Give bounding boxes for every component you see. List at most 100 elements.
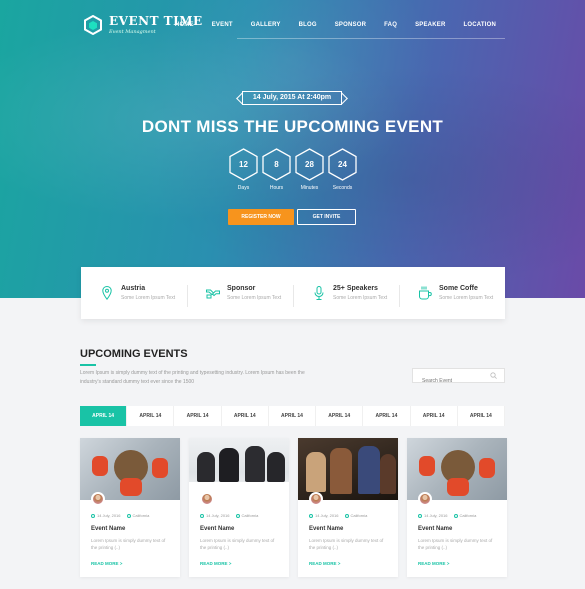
hero-banner: EVENT TIME Event Managment HOME EVENT GA… — [0, 0, 585, 298]
countdown-minutes-value: 28 — [305, 160, 314, 169]
tab-date[interactable]: APRIL 14 — [127, 406, 175, 426]
info-sponsor-text: Some Lorem Ipsum Text — [227, 295, 282, 301]
avatar — [309, 492, 323, 506]
info-coffee-title: Some Coffe — [439, 285, 478, 292]
event-name: Event Name — [309, 526, 344, 532]
info-sponsor-title: Sponsor — [227, 285, 256, 292]
info-speakers: 25+ Speakers Some Lorem Ipsum Text — [293, 285, 399, 307]
location-icon — [453, 513, 458, 518]
event-date: 14 July, 2016 — [418, 513, 448, 518]
clock-icon — [309, 513, 313, 518]
read-more-link[interactable]: READ MORE > — [418, 561, 449, 566]
hexagon-logo-icon — [84, 14, 102, 35]
event-photo — [298, 438, 398, 500]
event-name: Event Name — [200, 526, 235, 532]
tab-date[interactable]: APRIL 14 — [316, 406, 364, 426]
search-box — [412, 368, 505, 388]
countdown-days-label: Days — [237, 185, 250, 191]
event-photo — [407, 438, 507, 500]
handshake-icon — [206, 289, 220, 299]
event-name: Event Name — [91, 526, 126, 532]
event-photo — [80, 438, 180, 500]
event-cards: 14 July, 2016 California Event Name Lore… — [80, 438, 507, 577]
event-date: 14 July, 2016 — [200, 513, 230, 518]
event-description: Lorem Ipsum is simply dummy text of the … — [200, 538, 275, 551]
avatar — [200, 492, 214, 506]
avatar — [91, 492, 105, 506]
map-pin-icon — [102, 285, 112, 301]
info-speakers-title: 25+ Speakers — [333, 285, 378, 292]
event-location: California — [344, 513, 367, 518]
location-icon — [344, 513, 349, 518]
info-location-title: Austria — [121, 285, 146, 292]
get-invite-button[interactable]: GET INVITE — [297, 209, 356, 225]
event-meta: 14 July, 2016 California — [309, 513, 367, 518]
read-more-link[interactable]: READ MORE > — [309, 561, 340, 566]
event-date-ribbon: 14 July, 2015 At 2:40pm — [242, 91, 342, 105]
hexagon-frame: 24 — [328, 148, 357, 181]
countdown-minutes: 28 Minutes — [295, 148, 324, 191]
clock-icon — [91, 513, 95, 518]
clock-icon — [418, 513, 422, 518]
microphone-icon — [314, 286, 324, 300]
event-location: California — [453, 513, 476, 518]
read-more-link[interactable]: READ MORE > — [200, 561, 231, 566]
date-tabs: APRIL 14 APRIL 14 APRIL 14 APRIL 14 APRI… — [80, 406, 505, 426]
register-now-button[interactable]: REGISTER NOW — [228, 209, 294, 225]
countdown-seconds: 24 Seconds — [328, 148, 357, 191]
event-meta: 14 July, 2016 California — [200, 513, 258, 518]
event-description: Lorem Ipsum is simply dummy text of the … — [309, 538, 384, 551]
tab-date[interactable]: APRIL 14 — [458, 406, 505, 426]
hexagon-frame: 8 — [262, 148, 291, 181]
tab-date[interactable]: APRIL 14 — [411, 406, 458, 426]
search-icon[interactable] — [490, 372, 497, 379]
nav-blog[interactable]: BLOG — [290, 22, 326, 28]
countdown-days: 12 Days — [229, 148, 258, 191]
section-title: UPCOMING EVENTS — [80, 348, 188, 360]
info-coffee-text: Some Lorem Ipsum Text — [439, 295, 494, 301]
info-bar: Austria Some Lorem Ipsum Text Sponsor So… — [81, 267, 505, 319]
location-icon — [126, 513, 131, 518]
hexagon-frame: 28 — [295, 148, 324, 181]
countdown-minutes-label: Minutes — [300, 185, 319, 191]
main-nav: HOME EVENT GALLERY BLOG SPONSOR FAQ SPEA… — [166, 22, 505, 28]
nav-event[interactable]: EVENT — [203, 22, 242, 28]
tab-date[interactable]: APRIL 14 — [80, 406, 128, 426]
countdown-hours-value: 8 — [274, 160, 279, 169]
nav-sponsor[interactable]: SPONSOR — [326, 22, 375, 28]
read-more-link[interactable]: READ MORE > — [91, 561, 122, 566]
tab-date[interactable]: APRIL 14 — [363, 406, 411, 426]
event-card[interactable]: 14 July, 2016 California Event Name Lore… — [80, 438, 180, 577]
tab-date[interactable]: APRIL 14 — [222, 406, 269, 426]
brand-subtitle: Event Managment — [109, 29, 156, 35]
hexagon-frame: 12 — [229, 148, 258, 181]
countdown-seconds-label: Seconds — [332, 185, 353, 191]
info-location: Austria Some Lorem Ipsum Text — [81, 285, 187, 301]
event-card[interactable]: 14 July, 2016 California Event Name Lore… — [298, 438, 398, 577]
section-underline — [80, 364, 96, 366]
event-card[interactable]: 14 July, 2016 California Event Name Lore… — [407, 438, 507, 577]
info-sponsor: Sponsor Some Lorem Ipsum Text — [187, 285, 293, 307]
tab-date[interactable]: APRIL 14 — [174, 406, 222, 426]
avatar — [418, 492, 432, 506]
tab-date[interactable]: APRIL 14 — [269, 406, 317, 426]
event-location: California — [126, 513, 149, 518]
countdown-days-value: 12 — [239, 160, 248, 169]
nav-speaker[interactable]: SPEAKER — [406, 22, 454, 28]
nav-gallery[interactable]: GALLERY — [242, 22, 290, 28]
countdown-hours: 8 Hours — [262, 148, 291, 191]
clock-icon — [200, 513, 204, 518]
nav-location[interactable]: LOCATION — [455, 22, 506, 28]
event-description: Lorem Ipsum is simply dummy text of the … — [418, 538, 493, 551]
search-input[interactable] — [413, 374, 488, 388]
nav-home[interactable]: HOME — [166, 22, 203, 28]
event-meta: 14 July, 2016 California — [418, 513, 476, 518]
info-location-text: Some Lorem Ipsum Text — [121, 295, 176, 301]
countdown-seconds-value: 24 — [338, 160, 347, 169]
countdown-hours-label: Hours — [269, 185, 284, 191]
event-card[interactable]: 14 July, 2016 California Event Name Lore… — [189, 438, 289, 577]
event-date: 14 July, 2016 — [91, 513, 121, 518]
countdown: 12 Days 8 Hours 28 Minutes 24 Seconds — [229, 148, 357, 191]
coffee-icon — [419, 286, 432, 300]
nav-faq[interactable]: FAQ — [375, 22, 406, 28]
